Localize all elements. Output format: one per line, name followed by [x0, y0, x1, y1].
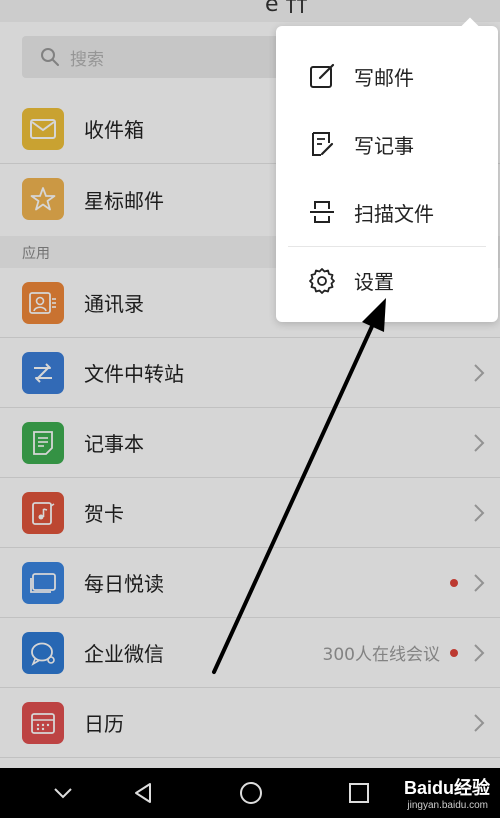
watermark-logo: Baidu经验	[403, 778, 490, 798]
menu-item-scan[interactable]: 扫描文件	[276, 178, 498, 246]
watermark-url: jingyan.baidu.com	[407, 800, 488, 811]
menu-item-compose[interactable]: 写邮件	[276, 42, 498, 110]
home-icon[interactable]	[238, 780, 264, 806]
menu-item-label: 写记事	[354, 133, 414, 158]
back-icon[interactable]	[130, 780, 156, 806]
menu-item-label: 扫描文件	[354, 201, 434, 226]
gear-icon	[309, 268, 335, 294]
compose-icon	[310, 63, 335, 88]
app-screen: е †† 搜索 收件箱 星标邮件 应用 通讯录 文件中转站 记事本 贺卡 每日悦…	[0, 0, 500, 768]
menu-item-note[interactable]: 写记事	[276, 110, 498, 178]
popup-menu: 写邮件 写记事 扫描文件 设置	[276, 17, 498, 322]
note-icon	[312, 132, 334, 156]
recent-apps-icon[interactable]	[346, 780, 372, 806]
scan-icon	[310, 201, 334, 223]
baidu-watermark: Baidu经验 jingyan.baidu.com	[374, 768, 494, 818]
menu-item-settings[interactable]: 设置	[276, 246, 498, 314]
chevron-down-icon[interactable]	[50, 780, 76, 806]
menu-item-label: 设置	[354, 269, 394, 294]
menu-item-label: 写邮件	[354, 65, 414, 90]
